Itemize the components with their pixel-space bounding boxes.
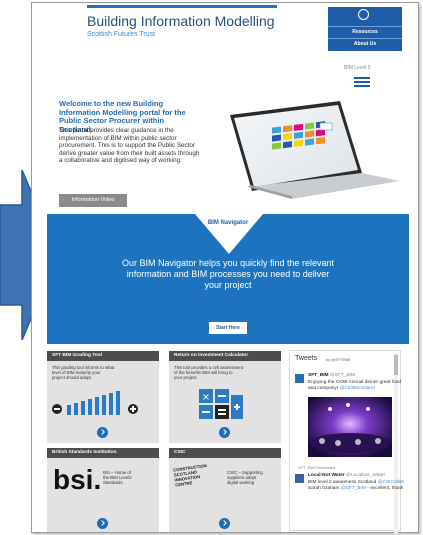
sft-bim-avatar[interactable] (295, 374, 304, 383)
compass-icon (220, 232, 235, 247)
tweet-author[interactable]: SFT_BIM @SFT_BIM (308, 373, 355, 378)
tile-title: Return on Investment Calculator (169, 351, 281, 361)
chevron-right-icon[interactable] (219, 427, 230, 438)
tile-text: This grading tool informs to what level o… (52, 365, 115, 380)
site-title[interactable]: Building Information Modelling (87, 13, 275, 29)
tile-british-standards[interactable]: British Standards Institution bsi. BSI –… (47, 448, 159, 532)
header-accent-bar (87, 5, 277, 8)
compass-icon[interactable] (358, 9, 369, 20)
retweet-note: SFT_BIM Retweeted (298, 465, 336, 470)
tweets-by-label[interactable]: by @SFTBIM (326, 357, 350, 362)
tweets-title: Tweets (295, 355, 318, 362)
tweet-photo-image[interactable] (308, 397, 392, 457)
tile-title: CSIC (169, 448, 281, 458)
calculator-icon: × (199, 389, 243, 419)
tile-title: SFT BIM Grading Tool (47, 351, 159, 361)
grading-bars-icon (52, 391, 138, 415)
chevron-right-icon[interactable] (97, 427, 108, 438)
tweet-text: BIM level 2 awareness Scotland @CSIColla… (308, 480, 405, 491)
chevron-right-icon[interactable] (219, 518, 230, 529)
tile-title: British Standards Institution (47, 448, 159, 458)
chevron-right-icon[interactable] (97, 518, 108, 529)
laptop-screenshot-image (230, 101, 400, 199)
site-subtitle: Scottish Futures Trust (87, 31, 156, 38)
csic-logo: CONSTRUCTION SCOTLAND INNOVATION CENTRE (172, 463, 207, 488)
hero-body: This portal provides clear guidance in t… (59, 127, 200, 165)
menu-item-resources[interactable]: Resources (328, 26, 402, 37)
bim-navigator-panel: BIM Navigator Our BIM Navigator helps yo… (47, 214, 409, 344)
tile-text: BSI – Home of the BIM Level2 Standards (103, 470, 132, 485)
top-menu: Resources About Us (328, 7, 402, 51)
local-not-water-avatar[interactable] (295, 474, 304, 483)
tweet-author[interactable]: Local-Not Water @LocalNot_Water (308, 473, 385, 478)
start-here-button[interactable]: Start Here (209, 322, 247, 334)
svg-text:×: × (202, 392, 210, 403)
tweet-text: Enjoying the CIOB Annual dinner great fo… (308, 380, 402, 391)
tile-text: This tool provides a cell assessment of t… (174, 365, 244, 380)
tile-csic[interactable]: CSIC CONSTRUCTION SCOTLAND INNOVATION CENTR… (169, 448, 281, 532)
menu-item-about-us[interactable]: About Us (328, 38, 402, 49)
bsi-logo: bsi. (53, 464, 102, 495)
screenshot-stage: Building Information Modelling Scottish … (0, 0, 423, 535)
hamburger-menu-icon[interactable] (354, 77, 370, 89)
tile-roi-calculator[interactable]: Return on Investment Calculator This too… (169, 351, 281, 443)
navigator-label: BIM Navigator (207, 220, 249, 226)
information-video-button[interactable]: Information Video (59, 194, 127, 207)
tile-text: CSIC – Supporting suppliers adopt digital … (227, 470, 263, 485)
navigator-text: Our BIM Navigator helps you quickly find… (121, 258, 335, 290)
tile-grading-tool[interactable]: SFT BIM Grading Tool This grading tool i… (47, 351, 159, 443)
bim-level-label: BIM Level 2 (344, 65, 371, 71)
